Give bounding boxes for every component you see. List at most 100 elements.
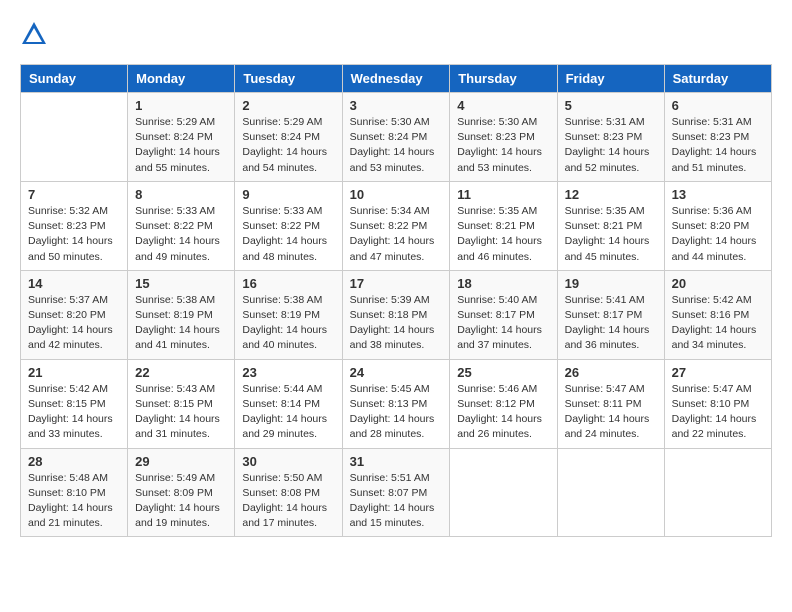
day-info: Sunrise: 5:38 AM Sunset: 8:19 PM Dayligh…: [242, 293, 334, 354]
day-info: Sunrise: 5:31 AM Sunset: 8:23 PM Dayligh…: [565, 115, 657, 176]
day-number: 13: [672, 187, 764, 202]
day-number: 8: [135, 187, 227, 202]
day-number: 10: [350, 187, 443, 202]
calendar-cell: [21, 93, 128, 182]
calendar-cell: 9 Sunrise: 5:33 AM Sunset: 8:22 PM Daylig…: [235, 181, 342, 270]
day-info: Sunrise: 5:33 AM Sunset: 8:22 PM Dayligh…: [135, 204, 227, 265]
calendar-cell: 3 Sunrise: 5:30 AM Sunset: 8:24 PM Daylig…: [342, 93, 450, 182]
calendar-cell: 31Sunrise: 5:51 AM Sunset: 8:07 PM Dayli…: [342, 448, 450, 537]
day-number: 26: [565, 365, 657, 380]
day-info: Sunrise: 5:47 AM Sunset: 8:11 PM Dayligh…: [565, 382, 657, 443]
day-info: Sunrise: 5:36 AM Sunset: 8:20 PM Dayligh…: [672, 204, 764, 265]
calendar-cell: 21Sunrise: 5:42 AM Sunset: 8:15 PM Dayli…: [21, 359, 128, 448]
day-number: 18: [457, 276, 549, 291]
day-number: 3: [350, 98, 443, 113]
calendar-cell: 13 Sunrise: 5:36 AM Sunset: 8:20 PM Dayli…: [664, 181, 771, 270]
day-number: 6: [672, 98, 764, 113]
calendar-cell: 7 Sunrise: 5:32 AM Sunset: 8:23 PM Daylig…: [21, 181, 128, 270]
day-info: Sunrise: 5:31 AM Sunset: 8:23 PM Dayligh…: [672, 115, 764, 176]
calendar-cell: 16 Sunrise: 5:38 AM Sunset: 8:19 PM Dayli…: [235, 270, 342, 359]
calendar-cell: 6 Sunrise: 5:31 AM Sunset: 8:23 PM Daylig…: [664, 93, 771, 182]
calendar-cell: 10 Sunrise: 5:34 AM Sunset: 8:22 PM Dayli…: [342, 181, 450, 270]
day-number: 30: [242, 454, 334, 469]
day-info: Sunrise: 5:35 AM Sunset: 8:21 PM Dayligh…: [565, 204, 657, 265]
day-number: 22: [135, 365, 227, 380]
calendar-cell: 11 Sunrise: 5:35 AM Sunset: 8:21 PM Dayli…: [450, 181, 557, 270]
header-cell-friday: Friday: [557, 65, 664, 93]
day-info: Sunrise: 5:41 AM Sunset: 8:17 PM Dayligh…: [565, 293, 657, 354]
day-info: Sunrise: 5:34 AM Sunset: 8:22 PM Dayligh…: [350, 204, 443, 265]
day-info: Sunrise: 5:35 AM Sunset: 8:21 PM Dayligh…: [457, 204, 549, 265]
day-number: 4: [457, 98, 549, 113]
day-number: 5: [565, 98, 657, 113]
calendar-cell: [450, 448, 557, 537]
logo: [20, 20, 52, 48]
calendar-cell: 14 Sunrise: 5:37 AM Sunset: 8:20 PM Dayli…: [21, 270, 128, 359]
calendar-cell: 22 Sunrise: 5:43 AM Sunset: 8:15 PM Dayli…: [128, 359, 235, 448]
calendar-cell: 17 Sunrise: 5:39 AM Sunset: 8:18 PM Dayli…: [342, 270, 450, 359]
calendar-cell: 15 Sunrise: 5:38 AM Sunset: 8:19 PM Dayli…: [128, 270, 235, 359]
day-number: 28: [28, 454, 120, 469]
day-number: 19: [565, 276, 657, 291]
calendar-cell: 19 Sunrise: 5:41 AM Sunset: 8:17 PM Dayli…: [557, 270, 664, 359]
day-number: 20: [672, 276, 764, 291]
header-cell-monday: Monday: [128, 65, 235, 93]
header-cell-saturday: Saturday: [664, 65, 771, 93]
calendar-cell: 25 Sunrise: 5:46 AM Sunset: 8:12 PM Dayli…: [450, 359, 557, 448]
day-info: Sunrise: 5:46 AM Sunset: 8:12 PM Dayligh…: [457, 382, 549, 443]
calendar-week-row: 7 Sunrise: 5:32 AM Sunset: 8:23 PM Daylig…: [21, 181, 772, 270]
calendar-cell: 20 Sunrise: 5:42 AM Sunset: 8:16 PM Dayli…: [664, 270, 771, 359]
day-number: 16: [242, 276, 334, 291]
calendar-cell: 12 Sunrise: 5:35 AM Sunset: 8:21 PM Dayli…: [557, 181, 664, 270]
calendar-header-row: SundayMondayTuesdayWednesdayThursdayFrid…: [21, 65, 772, 93]
day-number: 29: [135, 454, 227, 469]
day-number: 11: [457, 187, 549, 202]
calendar-cell: 26 Sunrise: 5:47 AM Sunset: 8:11 PM Dayli…: [557, 359, 664, 448]
day-number: 2: [242, 98, 334, 113]
day-info: Sunrise: 5:48 AM Sunset: 8:10 PM Dayligh…: [28, 471, 120, 532]
day-number: 14: [28, 276, 120, 291]
calendar-cell: 2Sunrise: 5:29 AM Sunset: 8:24 PM Daylig…: [235, 93, 342, 182]
day-info: Sunrise: 5:37 AM Sunset: 8:20 PM Dayligh…: [28, 293, 120, 354]
day-number: 7: [28, 187, 120, 202]
day-info: Sunrise: 5:38 AM Sunset: 8:19 PM Dayligh…: [135, 293, 227, 354]
calendar-week-row: 14 Sunrise: 5:37 AM Sunset: 8:20 PM Dayli…: [21, 270, 772, 359]
calendar-table: SundayMondayTuesdayWednesdayThursdayFrid…: [20, 64, 772, 537]
day-info: Sunrise: 5:33 AM Sunset: 8:22 PM Dayligh…: [242, 204, 334, 265]
day-info: Sunrise: 5:32 AM Sunset: 8:23 PM Dayligh…: [28, 204, 120, 265]
day-number: 31: [350, 454, 443, 469]
calendar-cell: 27 Sunrise: 5:47 AM Sunset: 8:10 PM Dayli…: [664, 359, 771, 448]
day-number: 21: [28, 365, 120, 380]
day-number: 27: [672, 365, 764, 380]
calendar-cell: 30 Sunrise: 5:50 AM Sunset: 8:08 PM Dayli…: [235, 448, 342, 537]
page-header: [20, 20, 772, 48]
calendar-cell: 24Sunrise: 5:45 AM Sunset: 8:13 PM Dayli…: [342, 359, 450, 448]
day-info: Sunrise: 5:39 AM Sunset: 8:18 PM Dayligh…: [350, 293, 443, 354]
day-info: Sunrise: 5:40 AM Sunset: 8:17 PM Dayligh…: [457, 293, 549, 354]
day-info: Sunrise: 5:42 AM Sunset: 8:16 PM Dayligh…: [672, 293, 764, 354]
calendar-cell: 5 Sunrise: 5:31 AM Sunset: 8:23 PM Daylig…: [557, 93, 664, 182]
header-cell-thursday: Thursday: [450, 65, 557, 93]
day-number: 25: [457, 365, 549, 380]
day-number: 15: [135, 276, 227, 291]
header-cell-wednesday: Wednesday: [342, 65, 450, 93]
calendar-cell: 23Sunrise: 5:44 AM Sunset: 8:14 PM Dayli…: [235, 359, 342, 448]
calendar-week-row: 1Sunrise: 5:29 AM Sunset: 8:24 PM Daylig…: [21, 93, 772, 182]
logo-icon: [20, 20, 48, 48]
day-number: 17: [350, 276, 443, 291]
day-number: 1: [135, 98, 227, 113]
day-info: Sunrise: 5:50 AM Sunset: 8:08 PM Dayligh…: [242, 471, 334, 532]
day-info: Sunrise: 5:45 AM Sunset: 8:13 PM Dayligh…: [350, 382, 443, 443]
day-info: Sunrise: 5:47 AM Sunset: 8:10 PM Dayligh…: [672, 382, 764, 443]
header-cell-tuesday: Tuesday: [235, 65, 342, 93]
header-cell-sunday: Sunday: [21, 65, 128, 93]
day-number: 9: [242, 187, 334, 202]
day-info: Sunrise: 5:43 AM Sunset: 8:15 PM Dayligh…: [135, 382, 227, 443]
calendar-cell: [664, 448, 771, 537]
day-info: Sunrise: 5:49 AM Sunset: 8:09 PM Dayligh…: [135, 471, 227, 532]
calendar-cell: 8 Sunrise: 5:33 AM Sunset: 8:22 PM Daylig…: [128, 181, 235, 270]
day-info: Sunrise: 5:30 AM Sunset: 8:24 PM Dayligh…: [350, 115, 443, 176]
calendar-cell: 29 Sunrise: 5:49 AM Sunset: 8:09 PM Dayli…: [128, 448, 235, 537]
calendar-week-row: 21Sunrise: 5:42 AM Sunset: 8:15 PM Dayli…: [21, 359, 772, 448]
day-number: 12: [565, 187, 657, 202]
